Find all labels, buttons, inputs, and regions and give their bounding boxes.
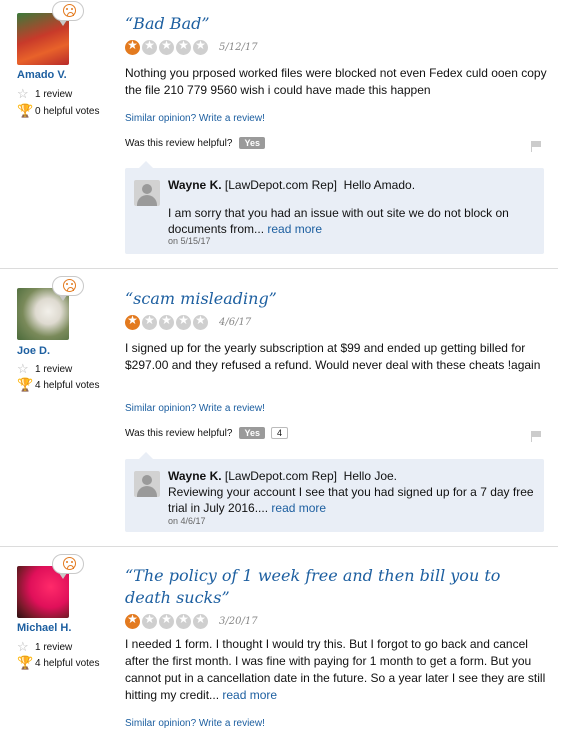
divider: [0, 546, 558, 547]
star-empty-icon: [159, 612, 174, 629]
write-review-link[interactable]: Similar opinion? Write a review!: [125, 403, 265, 414]
review-title[interactable]: “scam misleading”: [125, 288, 525, 310]
helpful-votes: 🏆 0 helpful votes: [17, 103, 100, 118]
reviewer-name[interactable]: Amado V.: [17, 69, 67, 81]
review-date: 3/20/17: [219, 616, 258, 627]
rep-avatar: [134, 471, 160, 497]
read-more-link[interactable]: read more: [267, 222, 322, 236]
divider: [0, 268, 558, 269]
helpful-yes-button[interactable]: Yes: [239, 427, 265, 439]
star-empty-icon: [142, 313, 157, 330]
review-title[interactable]: “The policy of 1 week free and then bill…: [125, 565, 525, 609]
star-empty-icon: [176, 38, 191, 55]
helpful-votes: 🏆 4 helpful votes: [17, 655, 100, 670]
review-date: 5/12/17: [219, 42, 258, 53]
helpful-yes-button[interactable]: Yes: [239, 137, 265, 149]
vote-count-badge: 4: [270, 427, 288, 439]
star-empty-icon: [159, 38, 174, 55]
star-empty-icon: [193, 313, 208, 330]
helpful-votes: 🏆 4 helpful votes: [17, 377, 100, 392]
rep-greeting: Hello Joe.: [343, 469, 398, 483]
star-empty-icon: [142, 38, 157, 55]
reviewer-name[interactable]: Joe D.: [17, 345, 50, 357]
star-empty-icon: [159, 313, 174, 330]
read-more-link[interactable]: read more: [271, 501, 326, 515]
trophy-icon: 🏆: [17, 377, 34, 392]
star-empty-icon: [142, 612, 157, 629]
trophy-icon: 🏆: [17, 103, 34, 118]
rep-name: Wayne K.: [168, 178, 222, 192]
reply-text: Reviewing your account I see that you ha…: [168, 485, 534, 515]
reviews-count: ☆ 1 review: [17, 86, 73, 101]
star-filled-icon: [125, 38, 140, 55]
star-outline-icon: ☆: [17, 639, 29, 654]
star-filled-icon: [125, 612, 140, 629]
owner-reply: Wayne K. [LawDepot.com Rep] Hello Amado.…: [125, 161, 544, 254]
reply-text: I am sorry that you had an issue with ou…: [168, 206, 509, 236]
rep-role: [LawDepot.com Rep]: [224, 178, 337, 192]
helpful-prompt: Was this review helpful? Yes: [125, 137, 265, 149]
rating-stars: 4/6/17: [125, 313, 252, 330]
review-title[interactable]: “Bad Bad”: [125, 13, 525, 35]
reviews-count: ☆ 1 review: [17, 361, 73, 376]
rep-name: Wayne K.: [168, 469, 222, 483]
read-more-link[interactable]: read more: [222, 688, 277, 702]
owner-reply: Wayne K. [LawDepot.com Rep] Hello Joe. R…: [125, 452, 544, 532]
flag-icon[interactable]: [531, 431, 541, 442]
frown-face-icon: [52, 1, 84, 26]
star-empty-icon: [193, 612, 208, 629]
rating-stars: 3/20/17: [125, 612, 258, 629]
reviews-count: ☆ 1 review: [17, 639, 73, 654]
star-filled-icon: [125, 313, 140, 330]
reviewer-name[interactable]: Michael H.: [17, 622, 71, 634]
rep-role: [LawDepot.com Rep]: [224, 469, 337, 483]
review-body: I needed 1 form. I thought I would try t…: [125, 637, 546, 702]
reply-date: on 4/6/17: [168, 516, 206, 526]
frown-face-icon: [52, 276, 84, 301]
review-date: 4/6/17: [219, 317, 252, 328]
helpful-prompt: Was this review helpful? Yes 4: [125, 427, 288, 439]
reply-date: on 5/15/17: [168, 236, 211, 246]
flag-icon[interactable]: [531, 141, 541, 152]
star-empty-icon: [176, 313, 191, 330]
write-review-link[interactable]: Similar opinion? Write a review!: [125, 718, 265, 729]
write-review-link[interactable]: Similar opinion? Write a review!: [125, 113, 265, 124]
trophy-icon: 🏆: [17, 655, 34, 670]
rep-greeting: Hello Amado.: [343, 178, 416, 192]
star-outline-icon: ☆: [17, 86, 29, 101]
rating-stars: 5/12/17: [125, 38, 258, 55]
frown-face-icon: [52, 554, 84, 579]
review-body: I signed up for the yearly subscription …: [125, 341, 541, 372]
review-body: Nothing you prposed worked files were bl…: [125, 66, 547, 97]
star-empty-icon: [176, 612, 191, 629]
star-empty-icon: [193, 38, 208, 55]
rep-avatar: [134, 180, 160, 206]
star-outline-icon: ☆: [17, 361, 29, 376]
